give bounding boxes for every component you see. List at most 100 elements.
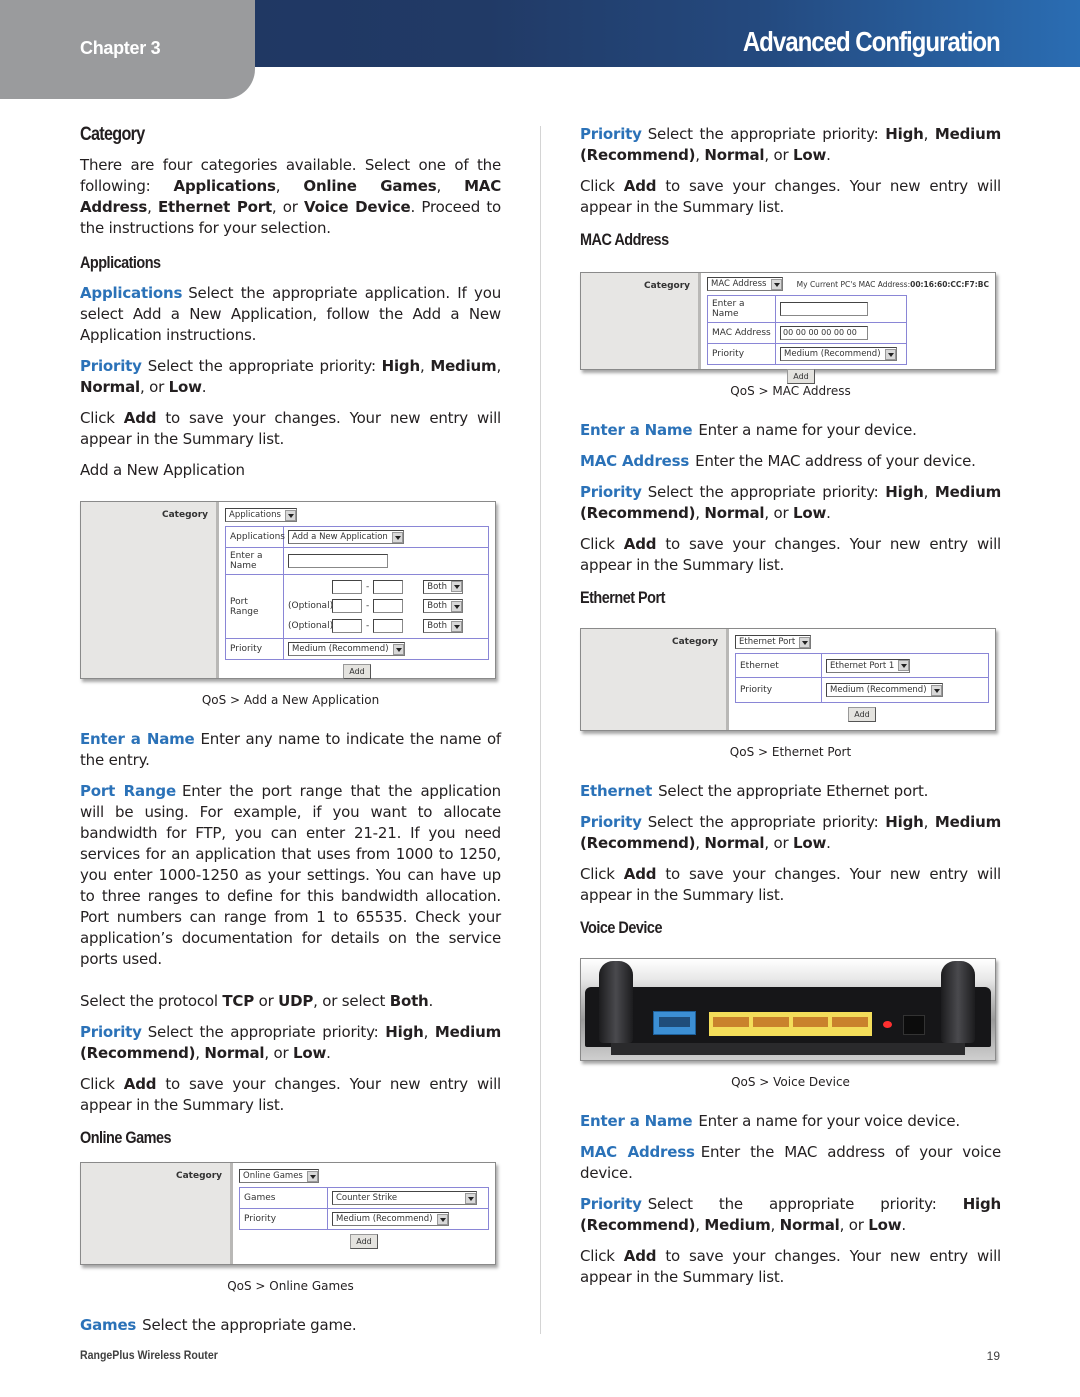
priority-select[interactable]: Medium (Recommend) [826, 683, 943, 697]
form-row-priority: Priority Medium (Recommend) [736, 678, 988, 702]
priority-select[interactable]: Medium (Recommend) [780, 347, 897, 361]
screenshot-form: Ethernet Port Ethernet Ethernet Port 1 P… [729, 629, 995, 730]
screenshot-add-new-application: Category Applications Applications Add a… [80, 501, 496, 679]
chevron-down-icon [284, 509, 296, 521]
protocol-select[interactable]: Both [423, 599, 464, 614]
priority-select[interactable]: Medium (Recommend) [288, 642, 405, 656]
router-rear-panel-image [580, 958, 996, 1061]
voice-enter-name: Enter a Name Enter a name for your voice … [580, 1112, 961, 1130]
category-heading: Category [80, 124, 145, 145]
games-label: Games [240, 1188, 328, 1208]
ethernet-select[interactable]: Ethernet Port 1 [826, 658, 911, 673]
wan-port [653, 1011, 696, 1035]
port-range-desc: Port Range Enter the port range that the … [80, 782, 501, 968]
screenshot-sidebar: Category [581, 273, 701, 369]
protocol-select[interactable]: Both [423, 579, 464, 594]
screenshot-online-games: Category Online Games Games Counter Stri… [80, 1162, 496, 1265]
column-divider [540, 126, 541, 1334]
caption-online-games: QoS > Online Games [227, 1279, 354, 1293]
caption-voice-device: QoS > Voice Device [731, 1075, 850, 1089]
lan-ports [709, 1012, 872, 1036]
app-priority-2: Priority Select the appropriate priority:… [80, 1023, 501, 1062]
power-port [903, 1015, 925, 1035]
games-desc: Games Select the appropriate game. [80, 1316, 357, 1334]
applications-desc: Applications Select the appropriate appli… [80, 284, 501, 344]
form-row-mac: MAC Address 00 00 00 00 00 00 [708, 323, 906, 344]
voice-mac-address: MAC Address Enter the MAC address of your… [580, 1143, 1002, 1182]
port-end-input[interactable] [373, 599, 404, 614]
form-row-priority: Priority Medium (Recommend) [240, 1209, 488, 1229]
enter-name-label: Enter a Name [226, 548, 284, 574]
category-select[interactable]: Ethernet Port [735, 635, 812, 649]
right-column: Priority Select the appropriate priority:… [580, 124, 1001, 1298]
add-new-application-label: Add a New Application [80, 461, 245, 479]
optional-label: (Optional) [288, 621, 334, 632]
ethernet-priority: Priority Select the appropriate priority:… [580, 813, 1001, 852]
dash: - [366, 581, 370, 592]
add-button[interactable]: Add [343, 664, 371, 679]
add-button[interactable]: Add [350, 1234, 378, 1249]
category-label: Category [175, 1171, 222, 1181]
reset-button [883, 1021, 892, 1028]
name-input[interactable] [288, 554, 388, 568]
click-add-top: Click Add to save your changes. Your new… [580, 177, 1001, 216]
port-end-input[interactable] [373, 579, 404, 594]
category-select[interactable]: MAC Address [707, 277, 783, 291]
form-row-priority: Priority Medium (Recommend) [226, 639, 488, 659]
form-row-priority: Priority Medium (Recommend) [708, 344, 906, 364]
footer-product-name: RangePlus Wireless Router [80, 1348, 218, 1362]
port-end-input[interactable] [373, 619, 404, 634]
chevron-down-icon [451, 581, 463, 593]
current-mac-readout: My Current PC's MAC Address:00:16:60:CC:… [796, 279, 989, 289]
chevron-down-icon [465, 1192, 476, 1204]
router-base [611, 1043, 965, 1055]
chevron-down-icon [898, 660, 910, 671]
mac-address-input[interactable]: 00 00 00 00 00 00 [780, 326, 868, 340]
screenshot-form: MAC Address My Current PC's MAC Address:… [701, 273, 995, 384]
category-label: Category [643, 281, 690, 291]
screenshot-ethernet-port: Category Ethernet Port Ethernet Ethernet… [580, 628, 996, 731]
port-start-input[interactable] [332, 619, 362, 634]
chevron-down-icon [884, 348, 896, 360]
form-row-games: Games Counter Strike [240, 1188, 488, 1209]
form-table: Ethernet Ethernet Port 1 Priority Medium… [735, 653, 989, 703]
antenna-right [941, 961, 975, 1043]
form-table: Enter a Name MAC Address 00 00 00 00 00 … [707, 295, 907, 365]
port-range-row: - Both [288, 579, 464, 594]
category-select[interactable]: Online Games [239, 1169, 319, 1183]
chevron-down-icon [306, 1170, 318, 1182]
category-label: Category [671, 637, 718, 647]
category-select[interactable]: Applications [225, 508, 297, 522]
voice-priority: Priority Select the appropriate priority:… [580, 1195, 1001, 1234]
form-table: Games Counter Strike Priority Medium (Re… [239, 1187, 489, 1230]
ethernet-label: Ethernet [736, 654, 822, 677]
priority-top: Priority Select the appropriate priority:… [580, 125, 1001, 164]
port-range-row: (Optional) - Both [288, 599, 464, 614]
port-start-input[interactable] [332, 579, 362, 594]
page-number: 19 [986, 1349, 1000, 1363]
enter-name-desc: Enter a Name Enter any name to indicate t… [80, 730, 501, 769]
protocol-select[interactable]: Both [423, 619, 464, 634]
games-select[interactable]: Counter Strike [332, 1191, 477, 1205]
applications-heading: Applications [80, 253, 161, 272]
mac-enter-name: Enter a Name Enter a name for your device… [580, 421, 917, 439]
applications-select[interactable]: Add a New Application [288, 530, 404, 544]
form-table: Applications Add a New Application Enter… [225, 526, 489, 660]
screenshot-form: Applications Applications Add a New Appl… [219, 502, 495, 679]
chapter-label: Chapter 3 [80, 38, 161, 58]
priority-label: Priority [708, 344, 776, 364]
port-range-label: Port Range [226, 575, 284, 638]
left-column: Category There are four categories avail… [80, 124, 501, 1346]
add-button[interactable]: Add [848, 707, 876, 722]
port-start-input[interactable] [332, 599, 362, 614]
applications-priority: Priority Select the appropriate priority:… [80, 357, 502, 396]
mac-address-desc: MAC Address Enter the MAC address of your… [580, 452, 976, 470]
form-row-name: Enter a Name [226, 548, 488, 575]
category-label: Category [161, 510, 208, 520]
form-row-port-range: Port Range - Both (Optional) - Both (Opt… [226, 575, 488, 639]
port-range-row: (Optional) - Both [288, 619, 464, 634]
priority-label: Priority [240, 1209, 328, 1229]
add-button[interactable]: Add [787, 369, 815, 384]
priority-select[interactable]: Medium (Recommend) [332, 1212, 449, 1226]
name-input[interactable] [780, 302, 868, 316]
